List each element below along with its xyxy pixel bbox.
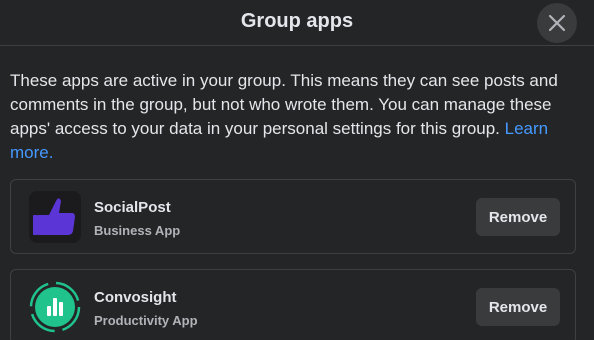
description-text: These apps are active in your group. Thi…	[10, 71, 558, 138]
socialpost-logo-icon	[29, 191, 81, 243]
remove-button-convosight[interactable]: Remove	[476, 288, 560, 326]
app-card-convosight: Convosight Productivity App Remove	[10, 269, 576, 340]
app-name: SocialPost	[94, 199, 171, 216]
app-type: Business App	[94, 223, 181, 238]
description: These apps are active in your group. Thi…	[10, 69, 580, 165]
group-apps-dialog: Group apps These apps are active in your…	[0, 0, 594, 340]
close-icon	[548, 14, 566, 32]
app-card-socialpost: SocialPost Business App Remove	[10, 179, 576, 254]
convosight-logo-icon	[29, 281, 81, 333]
remove-button-socialpost[interactable]: Remove	[476, 198, 560, 236]
close-button[interactable]	[537, 3, 577, 43]
dialog-title: Group apps	[240, 10, 354, 32]
app-type: Productivity App	[94, 313, 198, 328]
dialog-header: Group apps	[0, 0, 594, 46]
app-name: Convosight	[94, 289, 177, 306]
